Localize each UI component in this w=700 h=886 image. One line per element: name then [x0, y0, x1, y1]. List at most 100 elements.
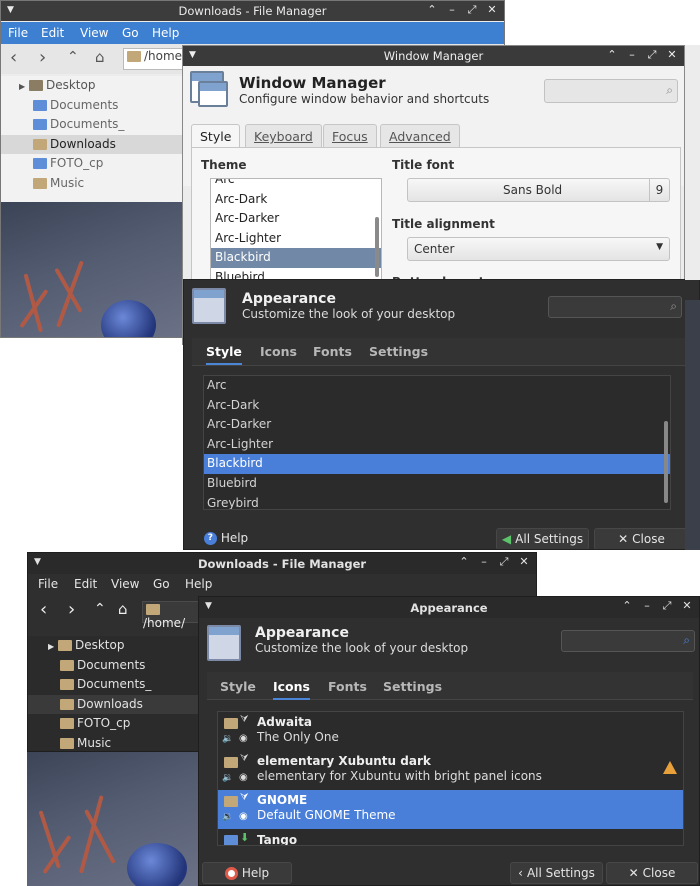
sidebar-item-music[interactable]: Music [1, 174, 186, 194]
list-item-selected[interactable]: ⮛ 🔉 ◉ GNOME Default GNOME Theme [218, 790, 683, 829]
help-button[interactable]: Help [202, 862, 292, 884]
all-settings-button[interactable]: ◀ All Settings [496, 528, 589, 549]
sidebar-item-desktop[interactable]: ▶ Desktop [1, 76, 186, 96]
expander-icon[interactable]: ▶ [48, 642, 54, 651]
list-item-selected[interactable]: Blackbird [211, 248, 381, 268]
scrollbar[interactable] [375, 217, 379, 277]
menu-help[interactable]: Help [185, 577, 212, 591]
sidebar-item-foto[interactable]: FOTO_cp [1, 154, 186, 174]
tab-style[interactable]: Style [220, 679, 256, 694]
list-item[interactable]: Arc [211, 179, 381, 190]
close-icon[interactable]: ✕ [486, 3, 498, 17]
menu-go[interactable]: Go [153, 577, 170, 591]
list-item[interactable]: ⮛ 🔉 ◉ Adwaita The Only One [218, 712, 683, 751]
title-bar[interactable]: ▼ Downloads - File Manager ⌃ – ⤢ ✕ [28, 553, 536, 574]
sidebar-item-downloads[interactable]: Downloads [28, 694, 200, 715]
close-icon[interactable]: ✕ [518, 555, 530, 569]
help-button[interactable]: ? Help [196, 528, 256, 548]
home-icon[interactable]: ⌂ [95, 48, 105, 66]
menu-help[interactable]: Help [152, 26, 179, 40]
maximize-icon[interactable]: ⤢ [498, 555, 510, 569]
list-item[interactable]: Arc-Darker [211, 209, 381, 229]
maximize-icon[interactable]: ⤢ [646, 48, 658, 62]
sidebar-item-foto[interactable]: FOTO_cp [28, 714, 200, 734]
style-list[interactable]: Arc Arc-Dark Arc-Darker Arc-Lighter Blac… [203, 375, 671, 510]
menu-view[interactable]: View [111, 577, 139, 591]
sidebar-item-music[interactable]: Music [28, 734, 200, 751]
search-input[interactable]: ⌕ [548, 296, 682, 318]
list-item[interactable]: ⬇ Tango [218, 829, 683, 845]
close-button[interactable]: ✕ Close [594, 528, 689, 549]
close-icon[interactable]: ✕ [666, 48, 678, 62]
menu-view[interactable]: View [80, 26, 108, 40]
search-input[interactable]: ⌕ [544, 79, 678, 103]
tab-focus[interactable]: Focus [323, 124, 377, 148]
up-icon[interactable]: ⌃ [67, 49, 79, 65]
menu-edit[interactable]: Edit [41, 26, 64, 40]
icon-theme-list[interactable]: ⮛ 🔉 ◉ Adwaita The Only One ⮛ 🔉 ◉ element… [217, 711, 684, 846]
back-icon[interactable]: ‹ [40, 599, 47, 620]
list-item[interactable]: Arc-Lighter [211, 229, 381, 249]
forward-icon[interactable]: › [68, 599, 75, 620]
tab-fonts[interactable]: Fonts [313, 344, 352, 359]
all-settings-button[interactable]: ‹ All Settings [510, 862, 603, 884]
shade-icon[interactable]: ⌃ [458, 555, 470, 569]
sidebar-item-documents[interactable]: Documents [1, 96, 186, 116]
tab-icons[interactable]: Icons [273, 679, 310, 700]
list-item[interactable]: Arc [204, 376, 670, 396]
title-font-button[interactable]: Sans Bold 9 [407, 178, 670, 202]
maximize-icon[interactable]: ⤢ [661, 599, 673, 613]
sidebar-item-documents-2[interactable]: Documents_ [28, 675, 200, 695]
location-field[interactable]: /home/ [142, 601, 202, 630]
tab-style[interactable]: Style [206, 344, 242, 365]
home-icon[interactable]: ⌂ [118, 600, 128, 618]
list-item[interactable]: Arc-Dark [204, 396, 670, 416]
list-item-selected[interactable]: Blackbird [204, 454, 670, 474]
theme-list[interactable]: Arc Arc-Dark Arc-Darker Arc-Lighter Blac… [210, 178, 382, 282]
list-item[interactable]: Arc-Dark [211, 190, 381, 210]
tab-settings[interactable]: Settings [383, 679, 442, 694]
title-alignment-select[interactable]: Center ▼ [407, 237, 670, 261]
up-icon[interactable]: ⌃ [94, 601, 106, 617]
sidebar-item-desktop[interactable]: ▶ Desktop [28, 636, 200, 656]
tab-fonts[interactable]: Fonts [328, 679, 367, 694]
menu-file[interactable]: File [8, 26, 28, 40]
minimize-icon[interactable]: – [626, 48, 638, 62]
window-menu-icon[interactable]: ▼ [34, 557, 41, 567]
list-item[interactable]: Arc-Lighter [204, 435, 670, 455]
list-item[interactable]: ⮛ 🔉 ◉ elementary Xubuntu dark elementary… [218, 751, 683, 790]
list-item[interactable]: Greybird [204, 494, 670, 509]
list-item[interactable]: Arc-Darker [204, 415, 670, 435]
minimize-icon[interactable]: – [446, 3, 458, 17]
minimize-icon[interactable]: – [478, 555, 490, 569]
menu-go[interactable]: Go [122, 26, 139, 40]
list-item[interactable]: Bluebird [204, 474, 670, 494]
menu-edit[interactable]: Edit [74, 577, 97, 591]
shade-icon[interactable]: ⌃ [621, 599, 633, 613]
close-icon[interactable]: ✕ [681, 599, 693, 613]
tab-settings[interactable]: Settings [369, 344, 428, 359]
back-icon[interactable]: ‹ [10, 47, 17, 68]
title-bar[interactable]: ▼ Downloads - File Manager ⌃ – ⤢ ✕ [1, 1, 504, 21]
search-input[interactable]: ⌕ [561, 630, 695, 652]
tab-advanced[interactable]: Advanced [380, 124, 460, 148]
tab-keyboard[interactable]: Keyboard [245, 124, 322, 148]
minimize-icon[interactable]: – [641, 599, 653, 613]
scrollbar[interactable] [664, 421, 668, 503]
tab-style[interactable]: Style [191, 124, 241, 148]
shade-icon[interactable]: ⌃ [606, 48, 618, 62]
title-bar[interactable]: ▼ Appearance ⌃ – ⤢ ✕ [199, 597, 699, 618]
expander-icon[interactable]: ▶ [19, 82, 25, 91]
window-menu-icon[interactable]: ▼ [7, 5, 14, 15]
tab-icons[interactable]: Icons [260, 344, 297, 359]
sidebar-item-documents-2[interactable]: Documents_ [1, 115, 186, 135]
window-menu-icon[interactable]: ▼ [189, 50, 196, 60]
close-button[interactable]: ✕ Close [606, 862, 698, 884]
sidebar-item-downloads[interactable]: Downloads [1, 134, 186, 155]
maximize-icon[interactable]: ⤢ [466, 3, 478, 17]
sidebar-item-documents[interactable]: Documents [28, 656, 200, 676]
title-bar[interactable]: ▼ Window Manager ⌃ – ⤢ ✕ [183, 46, 684, 66]
shade-icon[interactable]: ⌃ [426, 3, 438, 17]
menu-file[interactable]: File [38, 577, 58, 591]
forward-icon[interactable]: › [39, 47, 46, 68]
